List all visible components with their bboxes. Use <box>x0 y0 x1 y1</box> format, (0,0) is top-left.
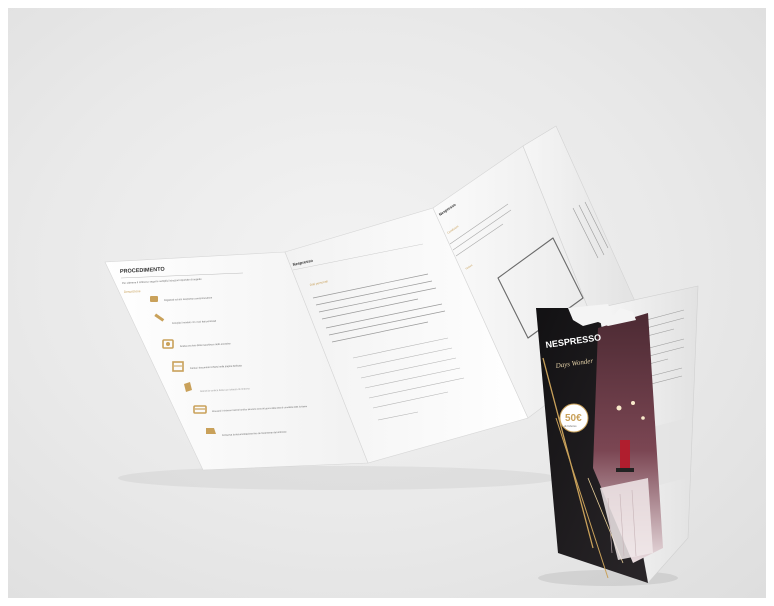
offer-value: 50€ <box>565 413 582 424</box>
coffee-machine <box>620 440 630 470</box>
folded-brochure: NESPRESSO Days Wonder 50€ di rimborso <box>536 285 699 584</box>
mockup-illustration: PROCEDIMENTO Per ottenere il rimborso se… <box>104 125 699 586</box>
offer-caption: di rimborso <box>564 425 577 428</box>
open-brochure-shadow <box>118 466 558 490</box>
product-mockup-scene: PROCEDIMENTO Per ottenere il rimborso se… <box>8 8 766 598</box>
monitor-icon <box>150 296 158 302</box>
